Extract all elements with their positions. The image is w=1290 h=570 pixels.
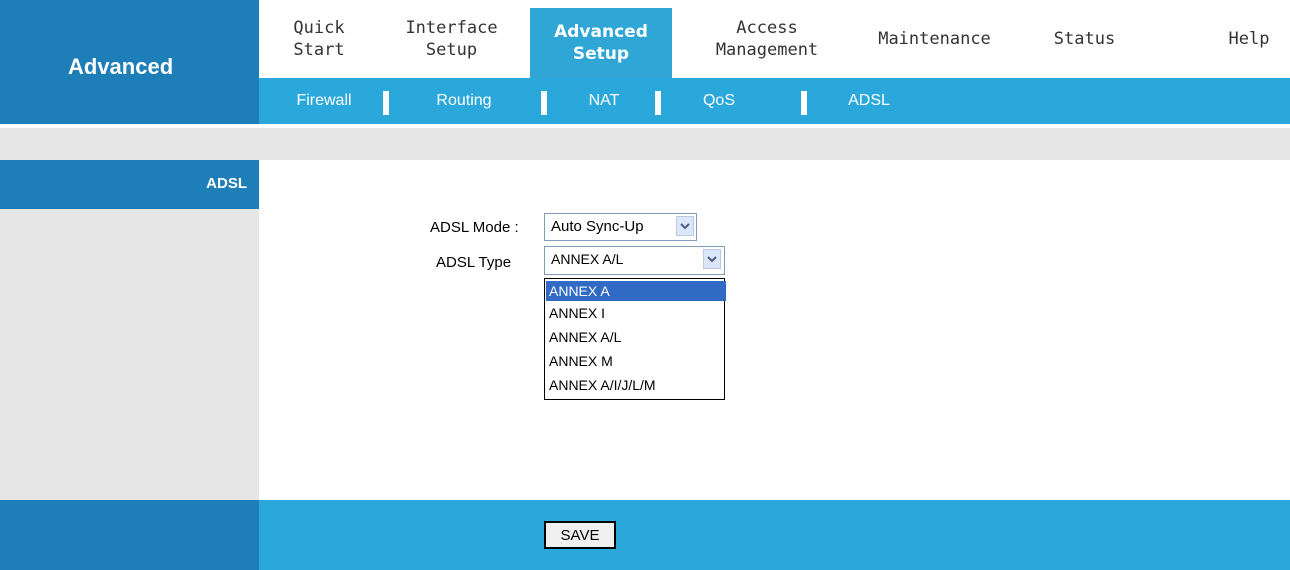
subnav-separator — [655, 91, 661, 115]
option-annex-a[interactable]: ANNEX A — [546, 281, 726, 301]
nav-status[interactable]: Status — [1037, 6, 1132, 72]
subnav-separator — [383, 91, 389, 115]
option-annex-i[interactable]: ANNEX I — [546, 303, 726, 323]
subnav-firewall[interactable]: Firewall — [279, 78, 369, 124]
subnav-adsl[interactable]: ADSL — [824, 78, 914, 124]
nav-access-management[interactable]: Access Management — [672, 6, 862, 72]
adsl-mode-label: ADSL Mode : — [430, 219, 519, 236]
option-annex-a-i-j-l-m[interactable]: ANNEX A/I/J/L/M — [546, 375, 726, 395]
subnav-routing[interactable]: Routing — [419, 78, 509, 124]
subnav-separator — [801, 91, 807, 115]
nav-maintenance[interactable]: Maintenance — [862, 6, 1007, 72]
footer-left — [0, 500, 259, 570]
adsl-mode-select[interactable]: Auto Sync-Up — [544, 213, 697, 241]
nav-advanced-setup[interactable]: Advanced Setup — [530, 8, 672, 78]
section-title: Advanced — [68, 54, 174, 79]
save-button[interactable]: SAVE — [544, 521, 616, 549]
option-annex-a-l[interactable]: ANNEX A/L — [546, 327, 726, 347]
option-annex-m[interactable]: ANNEX M — [546, 351, 726, 371]
left-panel — [0, 160, 259, 500]
left-section-header: ADSL — [0, 160, 259, 209]
adsl-mode-value: Auto Sync-Up — [551, 218, 644, 235]
subnav-nat[interactable]: NAT — [559, 78, 649, 124]
chevron-down-icon[interactable] — [703, 249, 721, 269]
footer-bar — [259, 500, 1290, 570]
nav-help[interactable]: Help — [1209, 6, 1289, 72]
main-nav: Quick Start Interface Setup Advanced Setup … — [259, 0, 1290, 78]
adsl-type-label: ADSL Type — [436, 254, 512, 271]
left-section-label: ADSL — [206, 175, 247, 192]
grey-band — [0, 124, 1290, 160]
adsl-type-value: ANNEX A/L — [551, 251, 624, 267]
adsl-type-select[interactable]: ANNEX A/L — [544, 246, 725, 275]
nav-quick-start[interactable]: Quick Start — [259, 6, 379, 72]
adsl-type-dropdown-list: ANNEX A ANNEX I ANNEX A/L ANNEX M ANNEX … — [544, 278, 726, 400]
nav-interface-setup[interactable]: Interface Setup — [379, 6, 524, 72]
subnav-separator — [541, 91, 547, 115]
sub-nav: Firewall Routing NAT QoS ADSL — [259, 78, 1290, 124]
subnav-qos[interactable]: QoS — [674, 78, 764, 124]
chevron-down-icon[interactable] — [676, 216, 694, 236]
